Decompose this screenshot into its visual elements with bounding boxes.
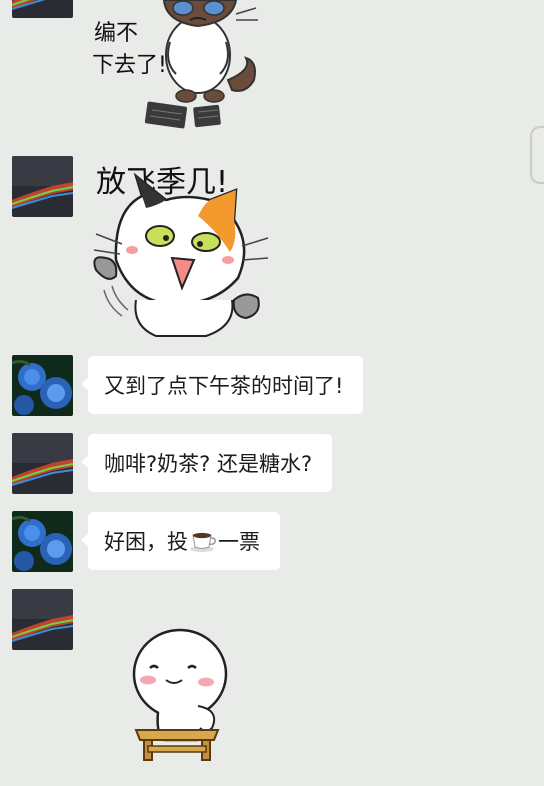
sticker-caption-line1: 编不 <box>94 21 138 46</box>
avatar-contact-sunset[interactable] <box>12 589 73 650</box>
message-text: 又到了点下午茶的时间了! <box>104 374 344 398</box>
coffee-cup-icon <box>189 529 217 553</box>
chat-message-list[interactable]: 编不 下去了! 放飞季几! 又到了点下午茶的时间了! 咖啡?奶茶? 还是糖水? … <box>0 0 544 786</box>
avatar-contact-blue-rose[interactable] <box>12 355 73 416</box>
scroll-handle[interactable] <box>530 126 544 184</box>
message-bubble[interactable]: 好困，投 一票 <box>81 512 280 570</box>
sticker-grumpy-cat[interactable]: 编不 下去了! <box>86 0 270 132</box>
message-bubble[interactable]: 咖啡?奶茶? 还是糖水? <box>80 434 333 492</box>
grumpy-cat-sticker-icon: 编不 下去了! <box>92 0 258 129</box>
message-text: 咖啡?奶茶? 还是糖水? <box>104 452 313 476</box>
avatar-contact-blue-rose[interactable] <box>12 511 73 572</box>
avatar-contact-sunset[interactable] <box>12 433 73 494</box>
message-text-after-icon: 一票 <box>218 530 260 554</box>
sticker-caption-line2: 下去了! <box>92 53 167 78</box>
message-text-before-icon: 好困，投 <box>104 530 188 554</box>
avatar-contact-sunset[interactable] <box>12 0 73 18</box>
message-bubble[interactable]: 又到了点下午茶的时间了! <box>80 356 364 414</box>
bean-mascot-on-bench-sticker-icon <box>132 628 228 761</box>
sticker-caption: 放飞季几! <box>96 165 228 200</box>
calico-cat-sticker-icon: 放飞季几! <box>93 165 269 337</box>
sticker-calico-cat[interactable]: 放飞季几! <box>86 150 276 340</box>
sticker-bean-mascot[interactable] <box>128 624 232 764</box>
avatar-contact-sunset[interactable] <box>12 156 73 217</box>
